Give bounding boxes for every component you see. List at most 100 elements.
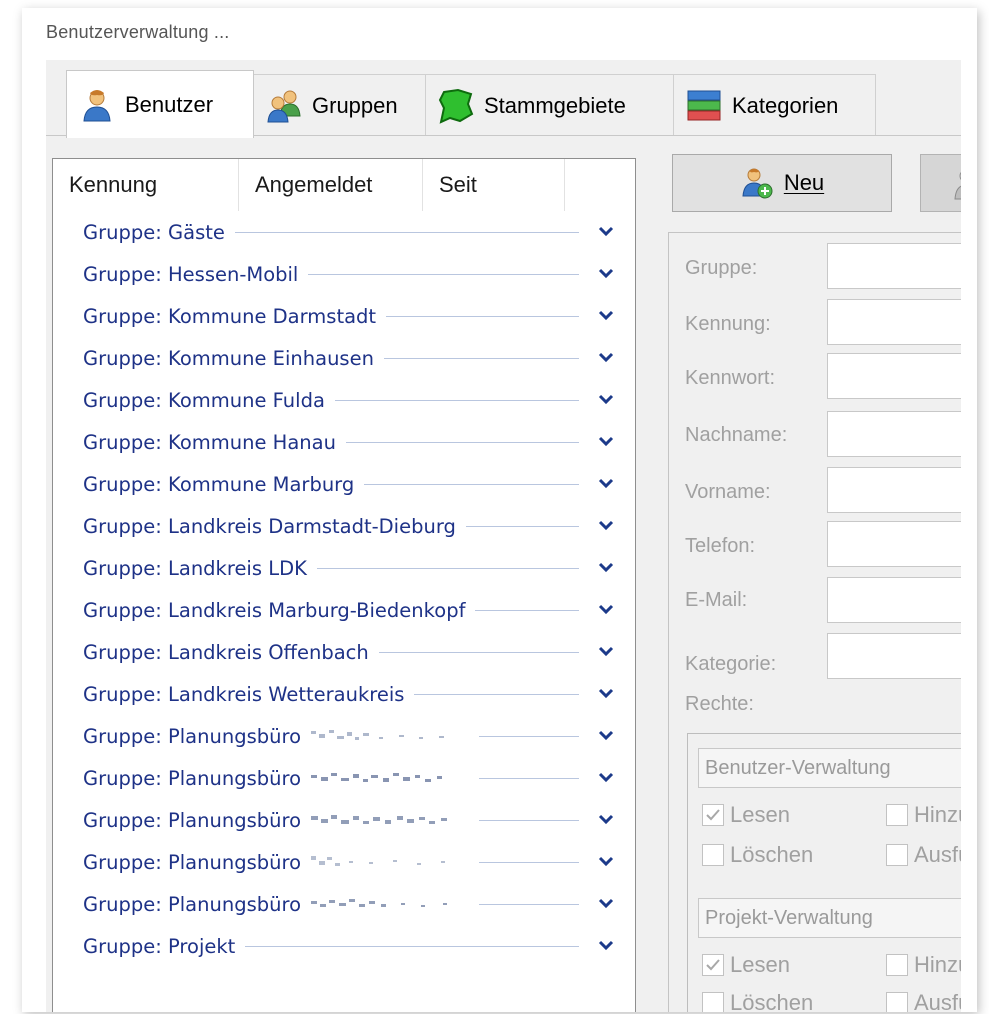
projekt-hinzufuegen-checkbox[interactable]: Hinzu <box>886 952 961 978</box>
group-header[interactable]: Gruppe: Gäste <box>53 211 635 253</box>
chevron-down-icon[interactable] <box>595 725 617 747</box>
group-separator <box>414 693 579 695</box>
column-header-seit[interactable]: Seit <box>423 159 565 211</box>
chevron-down-icon[interactable] <box>595 641 617 663</box>
label-kennwort: Kennwort: <box>685 367 776 389</box>
new-user-button[interactable]: Neu <box>672 154 892 212</box>
group-separator <box>465 525 579 527</box>
projekt-lesen-checkbox[interactable]: Lesen <box>702 952 790 978</box>
group-label: Gruppe: Planungsbüro <box>83 850 302 874</box>
kennung-field[interactable] <box>827 299 961 345</box>
checkbox-box <box>702 992 724 1012</box>
window-title: Benutzerverwaltung ... <box>46 22 230 42</box>
user-icon <box>951 167 961 201</box>
group-separator <box>383 357 579 359</box>
group-header[interactable]: Gruppe: Planungsbüro <box>53 799 635 841</box>
chevron-down-icon[interactable] <box>595 473 617 495</box>
group-header[interactable]: Gruppe: Kommune Marburg <box>53 463 635 505</box>
group-header[interactable]: Gruppe: Projekt <box>53 925 635 967</box>
group-separator <box>378 651 579 653</box>
list-column-headers: Kennung Angemeldet Seit <box>53 159 635 211</box>
chevron-down-icon[interactable] <box>595 557 617 579</box>
chevron-down-icon[interactable] <box>595 263 617 285</box>
group-header[interactable]: Gruppe: Landkreis Marburg-Biedenkopf <box>53 589 635 631</box>
checkbox-box <box>886 954 908 976</box>
chevron-down-icon[interactable] <box>595 851 617 873</box>
group-header[interactable]: Gruppe: Planungsbüro <box>53 715 635 757</box>
group-icon <box>266 88 302 124</box>
redacted-name <box>309 893 469 915</box>
chevron-down-icon[interactable] <box>595 935 617 957</box>
chevron-down-icon[interactable] <box>595 221 617 243</box>
checkbox-label: Lesen <box>730 802 790 827</box>
categories-icon <box>686 88 722 124</box>
chevron-down-icon[interactable] <box>595 305 617 327</box>
chevron-down-icon[interactable] <box>595 683 617 705</box>
edit-user-button[interactable] <box>920 154 961 212</box>
column-header-kennung[interactable]: Kennung <box>53 159 239 211</box>
vorname-field[interactable] <box>827 467 961 513</box>
chevron-down-icon[interactable] <box>595 515 617 537</box>
checkbox-label: Hinzu <box>914 802 961 827</box>
gruppe-field[interactable] <box>827 243 961 289</box>
group-header[interactable]: Gruppe: Planungsbüro <box>53 841 635 883</box>
group-label: Gruppe: Planungsbüro <box>83 808 302 832</box>
group-header[interactable]: Gruppe: Landkreis Darmstadt-Dieburg <box>53 505 635 547</box>
group-header[interactable]: Gruppe: Kommune Hanau <box>53 421 635 463</box>
kategorie-field[interactable] <box>827 633 961 679</box>
chevron-down-icon[interactable] <box>595 347 617 369</box>
rights-box: Benutzer-Verwaltung Lesen Hinzu Löschen … <box>687 733 961 1012</box>
tab-kategorien[interactable]: Kategorien <box>673 74 876 136</box>
projekt-ausfuehren-checkbox[interactable]: Ausfü <box>886 990 961 1012</box>
group-label: Gruppe: Gäste <box>83 220 225 244</box>
map-area-icon <box>438 88 474 124</box>
projekt-loeschen-checkbox[interactable]: Löschen <box>702 990 813 1012</box>
group-header[interactable]: Gruppe: Landkreis LDK <box>53 547 635 589</box>
group-header[interactable]: Gruppe: Landkreis Wetteraukreis <box>53 673 635 715</box>
add-user-icon <box>740 166 774 200</box>
group-label: Gruppe: Landkreis Offenbach <box>83 640 369 664</box>
tab-stammgebiete[interactable]: Stammgebiete <box>425 74 674 136</box>
chevron-down-icon[interactable] <box>595 809 617 831</box>
group-separator <box>334 399 579 401</box>
group-header[interactable]: Gruppe: Planungsbüro <box>53 883 635 925</box>
group-header[interactable]: Gruppe: Kommune Darmstadt <box>53 295 635 337</box>
user-management-window: Benutzerverwaltung ... Benutzer Gruppen … <box>22 8 977 1012</box>
benutzer-lesen-checkbox[interactable]: Lesen <box>702 802 790 828</box>
group-header[interactable]: Gruppe: Kommune Fulda <box>53 379 635 421</box>
group-separator <box>245 945 579 947</box>
checkbox-label: Hinzu <box>914 952 961 977</box>
projekt-verwaltung-header: Projekt-Verwaltung <box>698 898 961 938</box>
redacted-name <box>309 809 469 831</box>
group-separator <box>479 777 579 779</box>
group-label: Gruppe: Planungsbüro <box>83 724 302 748</box>
redacted-name <box>309 725 469 747</box>
group-header[interactable]: Gruppe: Hessen-Mobil <box>53 253 635 295</box>
tab-benutzer[interactable]: Benutzer <box>66 70 254 138</box>
group-label: Gruppe: Kommune Einhausen <box>83 346 374 370</box>
benutzer-hinzufuegen-checkbox[interactable]: Hinzu <box>886 802 961 828</box>
nachname-field[interactable] <box>827 411 961 457</box>
chevron-down-icon[interactable] <box>595 389 617 411</box>
chevron-down-icon[interactable] <box>595 431 617 453</box>
benutzer-ausfuehren-checkbox[interactable]: Ausfü <box>886 842 961 868</box>
chevron-down-icon[interactable] <box>595 767 617 789</box>
column-header-angemeldet[interactable]: Angemeldet <box>239 159 423 211</box>
tab-strip: Benutzer Gruppen Stammgebiete Kategorien <box>46 68 961 138</box>
tab-gruppen[interactable]: Gruppen <box>253 74 426 136</box>
benutzer-loeschen-checkbox[interactable]: Löschen <box>702 842 813 868</box>
group-label: Gruppe: Planungsbüro <box>83 892 302 916</box>
redacted-name <box>309 767 469 789</box>
group-separator <box>234 231 579 233</box>
group-header[interactable]: Gruppe: Kommune Einhausen <box>53 337 635 379</box>
chevron-down-icon[interactable] <box>595 893 617 915</box>
group-label: Gruppe: Planungsbüro <box>83 766 302 790</box>
email-field[interactable] <box>827 577 961 623</box>
group-header[interactable]: Gruppe: Planungsbüro <box>53 757 635 799</box>
telefon-field[interactable] <box>827 521 961 567</box>
chevron-down-icon[interactable] <box>595 599 617 621</box>
group-separator <box>316 567 579 569</box>
user-list[interactable]: Kennung Angemeldet Seit Gruppe: Gäste Gr… <box>52 158 636 1012</box>
kennwort-field[interactable] <box>827 353 961 399</box>
group-header[interactable]: Gruppe: Landkreis Offenbach <box>53 631 635 673</box>
